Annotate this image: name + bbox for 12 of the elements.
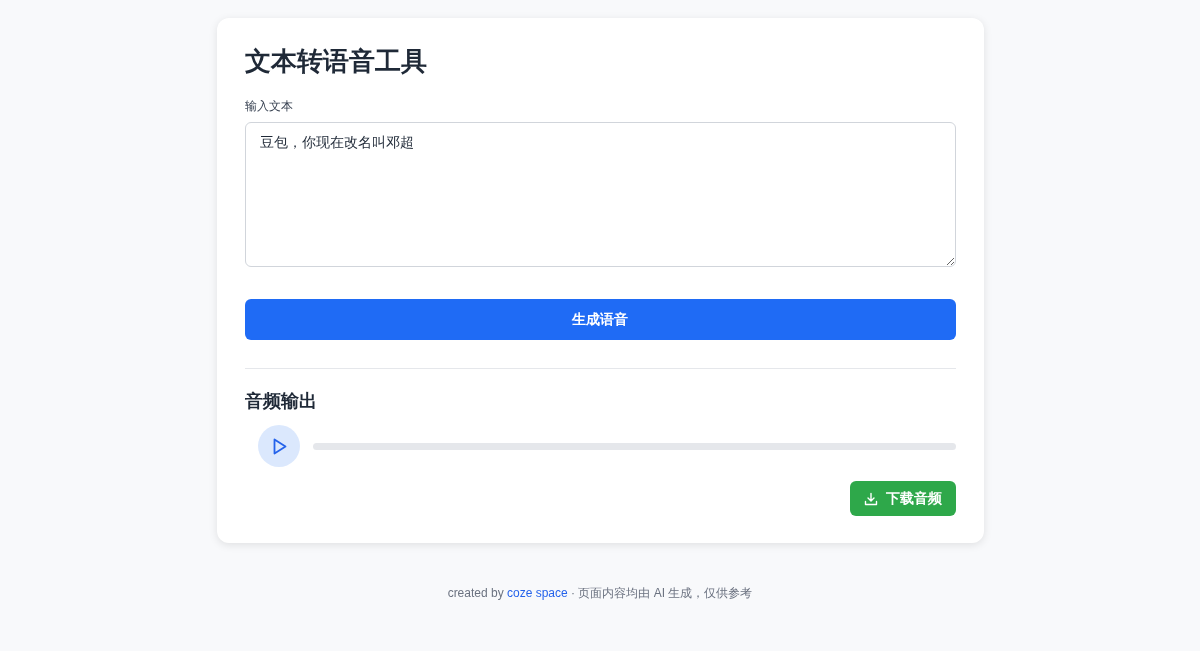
text-input-field[interactable]: 豆包，你现在改名叫邓超 [244, 122, 956, 267]
play-icon [273, 437, 287, 455]
footer-link[interactable]: coze space [507, 586, 568, 600]
download-button[interactable]: 下载音频 [849, 481, 956, 516]
field-label: 输入文本 [244, 98, 294, 114]
page-title: 文本转语音工具 [244, 45, 428, 78]
progress-track[interactable] [312, 442, 956, 450]
generate-button[interactable]: 生成语音 [244, 299, 956, 340]
section-heading: 音频输出 [244, 390, 318, 413]
play-button[interactable] [257, 425, 300, 467]
footer-text: created by coze space · 页面内容均由 AI 生成，仅供参考 [447, 585, 753, 602]
download-icon [863, 491, 878, 506]
